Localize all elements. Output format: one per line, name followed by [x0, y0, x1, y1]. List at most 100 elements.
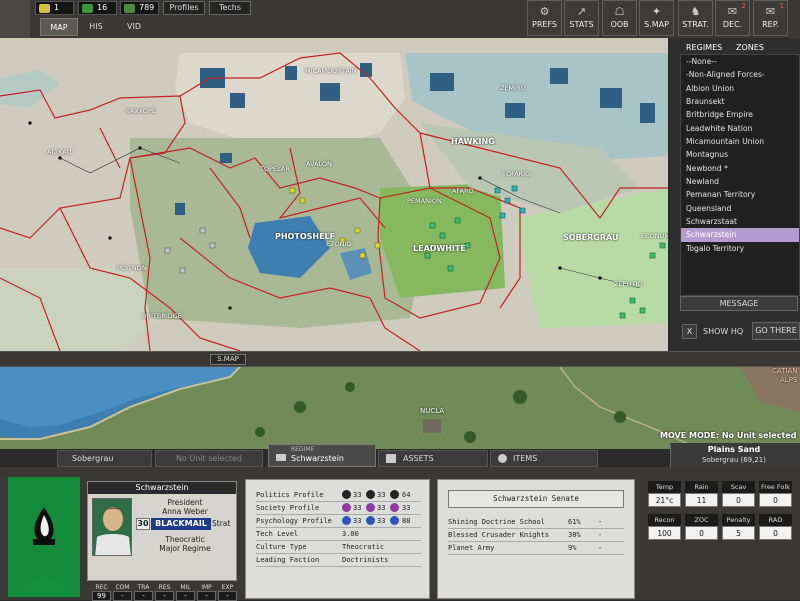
list-item[interactable]: -Non-Aligned Forces-: [681, 68, 799, 81]
profiles-button[interactable]: Profiles: [163, 1, 205, 15]
list-item[interactable]: Leadwhite Nation: [681, 122, 799, 135]
money-icon: [124, 4, 135, 13]
tab-regime[interactable]: REGIME Schwarzstein: [268, 444, 376, 467]
list-item[interactable]: Queensland: [681, 202, 799, 215]
hospital-icon: [390, 516, 399, 525]
map-city-label: NAXXOPE: [125, 107, 156, 115]
oob-icon: ☖: [614, 5, 625, 18]
message-button[interactable]: MESSAGE: [680, 296, 798, 311]
regime-banner: [8, 477, 80, 597]
list-item[interactable]: Schwarzstaat: [681, 215, 799, 228]
senate-panel: Schwarzstein Senate Shining Doctrine Sch…: [437, 479, 635, 599]
techs-button[interactable]: Techs: [209, 1, 251, 15]
frame-edge: [0, 479, 7, 600]
crown-icon: [366, 490, 375, 499]
dec-button[interactable]: ✉ DEC. 2: [715, 0, 750, 36]
rep-button[interactable]: ✉ REP. 1: [753, 0, 788, 36]
tab-items[interactable]: ITEMS: [490, 450, 598, 467]
map-city-label: ALTKAU: [47, 148, 72, 156]
stat-penalty: Penalty 5: [722, 514, 755, 552]
eye-icon: [342, 503, 351, 512]
book-icon: [390, 490, 399, 499]
list-item[interactable]: Britbridge Empire: [681, 108, 799, 121]
profile-row: Leading Faction Doctrinists: [256, 554, 421, 567]
stat-tra: TRA -: [134, 584, 153, 601]
crown-icon: [366, 503, 375, 512]
stats-button[interactable]: ↗ STATS: [564, 0, 599, 36]
smap-button[interactable]: ✦ S.MAP: [639, 0, 674, 36]
chart-icon: ↗: [576, 5, 587, 18]
list-item[interactable]: Braunsekt: [681, 95, 799, 108]
stat-rad: RAD 0: [759, 514, 792, 552]
banner-svg: [8, 477, 80, 597]
globe-icon: ✦: [651, 5, 662, 18]
show-hq-checkbox[interactable]: X: [682, 324, 697, 339]
supply-icon: [82, 4, 93, 13]
list-item[interactable]: Newland: [681, 175, 799, 188]
notification-badge: 2: [741, 2, 746, 10]
stat-mil: MIL -: [176, 584, 195, 601]
tab-map[interactable]: MAP: [40, 18, 78, 36]
map-city-label: POITNON: [117, 264, 147, 272]
stat-recon: Recon 100: [648, 514, 681, 552]
hex-terrain: Plains Sand: [707, 445, 761, 454]
smap-label: S.MAP: [210, 354, 246, 365]
regime-icon: [276, 454, 286, 461]
slash-icon: [342, 516, 351, 525]
go-there-button[interactable]: GO THERE: [752, 322, 800, 340]
profile-row: Culture Type Theocratic: [256, 541, 421, 554]
regime-type: Theocratic: [165, 535, 205, 544]
list-item[interactable]: Micamountain Union: [681, 135, 799, 148]
wings-icon: [366, 516, 375, 525]
tab-assets[interactable]: ASSETS: [378, 450, 488, 467]
regimes-panel: REGIMES ZONES --None-- -Non-Aligned Forc…: [670, 38, 800, 351]
map-city-label: EZONIO: [326, 240, 352, 248]
regimes-list[interactable]: --None-- -Non-Aligned Forces- Albion Uni…: [680, 54, 800, 296]
strategic-map[interactable]: NUCLA CATIAN ALPS MOVE MODE: No Unit sel…: [0, 367, 800, 449]
regime-size: Major Regime: [159, 544, 211, 553]
tab-zones[interactable]: ZONES: [736, 42, 764, 54]
map-svg[interactable]: [0, 38, 668, 351]
tab-his[interactable]: HIS: [77, 18, 115, 36]
senate-table: Shining Doctrine School 61% - Blessed Cr…: [448, 516, 624, 555]
list-item[interactable]: --None--: [681, 55, 799, 68]
map-divider-bar: S.MAP: [0, 351, 800, 367]
items-icon: [498, 454, 507, 463]
leader-portrait: [92, 498, 132, 556]
leader-card: Schwarzstein President Anna Weber 30 BLA…: [87, 481, 237, 581]
list-item[interactable]: Newbond *: [681, 162, 799, 175]
strat-button[interactable]: ♞ STRAT.: [678, 0, 713, 36]
tab-vid[interactable]: VID: [115, 18, 153, 36]
profile-row: Tech Level 3.00: [256, 528, 421, 541]
tab-hex[interactable]: Sobergrau: [57, 450, 152, 467]
tab-regimes[interactable]: REGIMES: [686, 42, 722, 54]
stat-zoc: ZOC 0: [685, 514, 718, 552]
map-city-label: TOFARIO: [502, 170, 531, 178]
profile-table: Politics Profile 33 33 64 Society Profil…: [256, 489, 421, 589]
portrait-svg: [93, 499, 131, 555]
strategy-icon: ♞: [690, 5, 701, 18]
list-item[interactable]: Albion Union: [681, 82, 799, 95]
leader-stats: REC 99 COM - TRA - RES - MIL - IMP - EXP…: [92, 584, 237, 601]
map-city-label: BRITBRIDGE: [142, 312, 182, 320]
stat-imp: IMP -: [197, 584, 216, 601]
decision-icon: ✉: [727, 5, 738, 18]
city-label: NUCLA: [420, 407, 445, 415]
map-city-label: MICAMOUNTAIN: [305, 67, 357, 75]
notification-badge: 1: [779, 2, 784, 10]
list-item[interactable]: Montagnus: [681, 148, 799, 161]
oob-button[interactable]: ☖ OOB: [602, 0, 637, 36]
people-icon: [390, 503, 399, 512]
leader-title: President: [167, 498, 203, 507]
trait-type: Strat: [212, 519, 231, 528]
region-label: CATIAN: [772, 367, 798, 375]
world-map[interactable]: MICAMOUNTAIN ZEMIRO NAXXOPE ALTKAU HAWKI…: [0, 38, 668, 351]
list-item[interactable]: Pemanan Territory: [681, 188, 799, 201]
list-item[interactable]: Togalo Territory: [681, 242, 799, 255]
prefs-button[interactable]: ⚙ PREFS: [527, 0, 562, 36]
leader-person: Anna Weber: [162, 507, 208, 516]
move-mode-status: MOVE MODE: No Unit selected: [660, 431, 797, 440]
tab-unit[interactable]: No Unit selected: [155, 450, 263, 467]
stat-rec: REC 99: [92, 584, 111, 601]
list-item-selected[interactable]: Schwarzstein: [681, 228, 799, 242]
